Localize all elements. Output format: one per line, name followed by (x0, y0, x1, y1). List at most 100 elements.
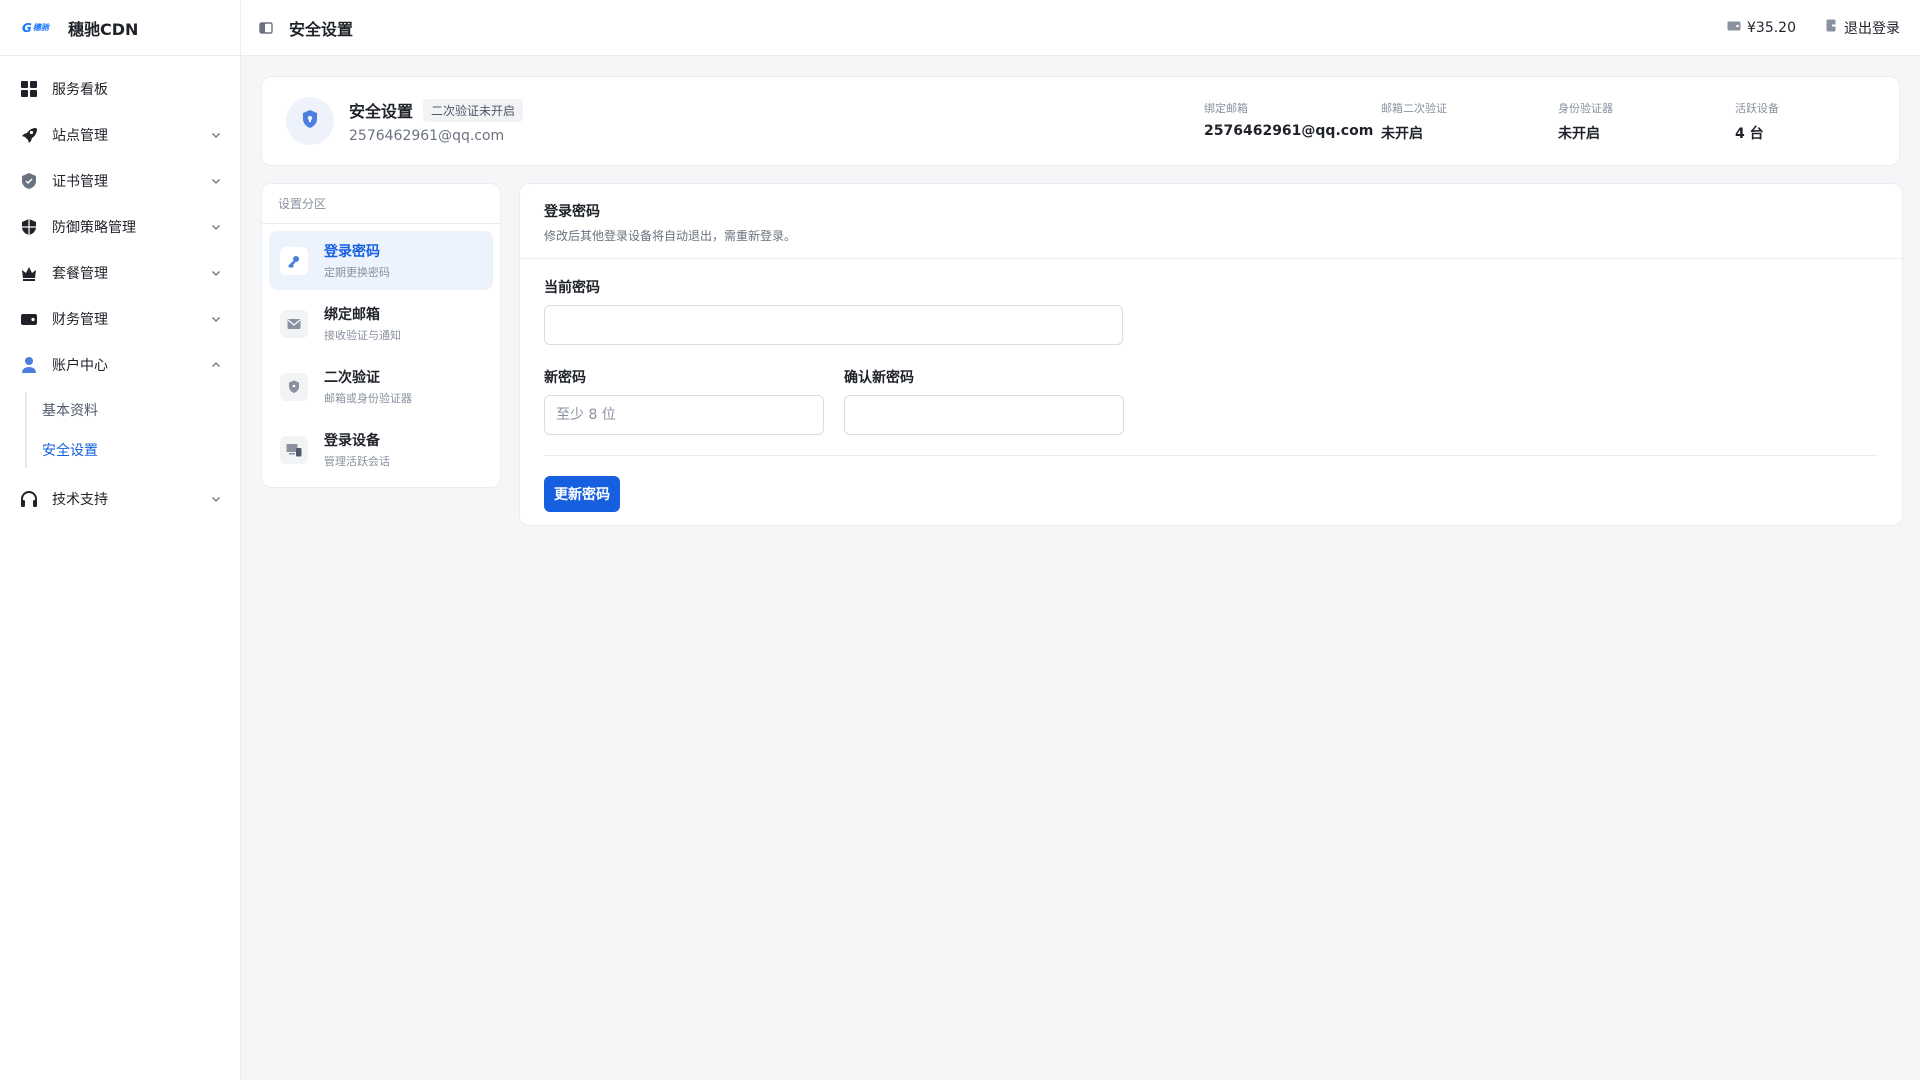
dashboard-grid-icon (20, 80, 38, 98)
brand-name: 穗驰CDN (68, 19, 139, 39)
logout-button[interactable]: 退出登录 (1826, 18, 1900, 38)
sidebar-item-finance[interactable]: 财务管理 (0, 296, 240, 342)
stat-value: 2576462961@qq.com (1204, 122, 1374, 139)
sidebar-menu: 服务看板 站点管理 证书管理 防御策略管理 套餐管理 财务管理 账户中心 基本资… (0, 56, 240, 522)
rocket-icon (20, 126, 38, 144)
section-item-devices[interactable]: 登录设备 管理活跃会话 (269, 420, 493, 479)
section-subtitle: 接收验证与通知 (324, 329, 401, 342)
summary-stats: 绑定邮箱 2576462961@qq.com 邮箱二次验证 未开启 身份验证器 … (1204, 100, 1875, 143)
sidebar-item-label: 账户中心 (52, 358, 108, 374)
wallet-icon (20, 310, 38, 328)
chevron-down-icon (210, 129, 222, 141)
submenu-item-security[interactable]: 安全设置 (25, 430, 240, 470)
summary-title-row: 安全设置 二次验证未开启 (349, 98, 1204, 122)
balance-link[interactable]: ¥35.20 (1727, 20, 1796, 36)
section-subtitle: 定期更换密码 (324, 266, 390, 279)
sidebar-item-label: 站点管理 (52, 128, 108, 144)
current-password-label: 当前密码 (544, 280, 600, 296)
balance-amount: ¥35.20 (1747, 19, 1796, 36)
current-password-input[interactable] (544, 305, 1123, 345)
lower-area: 设置分区 登录密码 定期更换密码 绑定邮箱 接收验证与通知 二次验证 邮箱或身份… (261, 183, 1903, 526)
wallet-icon (1727, 20, 1741, 36)
logout-icon (1826, 19, 1838, 36)
summary-text: 安全设置 二次验证未开启 2576462961@qq.com (349, 98, 1204, 144)
new-password-input[interactable] (544, 395, 824, 435)
mail-icon (280, 309, 308, 338)
section-subtitle: 邮箱或身份验证器 (324, 392, 412, 405)
app-root: G 穗驰 穗驰CDN 服务看板 站点管理 证书管理 防御策略管理 套餐管理 财务… (0, 0, 1920, 1080)
summary-title: 安全设置 (349, 102, 414, 121)
status-badge: 二次验证未开启 (423, 98, 524, 122)
shield-avatar (286, 97, 334, 145)
settings-sections: 设置分区 登录密码 定期更换密码 绑定邮箱 接收验证与通知 二次验证 邮箱或身份… (261, 183, 501, 488)
section-subtitle: 管理活跃会话 (324, 455, 390, 468)
main-area: 安全设置 ¥35.20 退出登录 安全设置 二次验证未开启 2576462961… (241, 0, 1920, 1080)
topbar-actions: ¥35.20 退出登录 (1727, 18, 1900, 38)
stat-active-devices: 活跃设备 4 台 (1735, 100, 1875, 143)
section-text: 二次验证 邮箱或身份验证器 (324, 367, 412, 406)
page-title: 安全设置 (289, 19, 354, 39)
sidebar-item-sites[interactable]: 站点管理 (0, 112, 240, 158)
section-title: 登录设备 (324, 433, 380, 449)
sidebar-item-support[interactable]: 技术支持 (0, 476, 240, 522)
section-item-2fa[interactable]: 二次验证 邮箱或身份验证器 (269, 357, 493, 416)
confirm-password-label: 确认新密码 (844, 370, 914, 386)
sidebar-item-plans[interactable]: 套餐管理 (0, 250, 240, 296)
key-icon (280, 246, 308, 275)
sidebar: G 穗驰 穗驰CDN 服务看板 站点管理 证书管理 防御策略管理 套餐管理 财务… (0, 0, 241, 1080)
chevron-down-icon (210, 493, 222, 505)
stat-label: 绑定邮箱 (1204, 101, 1248, 115)
sidebar-item-label: 技术支持 (52, 492, 108, 508)
section-text: 登录设备 管理活跃会话 (324, 430, 390, 469)
content: 安全设置 二次验证未开启 2576462961@qq.com 绑定邮箱 2576… (241, 56, 1920, 526)
chevron-down-icon (210, 313, 222, 325)
sections-heading: 设置分区 (262, 184, 500, 224)
chevron-down-icon (210, 267, 222, 279)
user-icon (20, 356, 38, 374)
shield-icon (301, 109, 319, 133)
section-text: 绑定邮箱 接收验证与通知 (324, 304, 401, 343)
sections-list: 登录密码 定期更换密码 绑定邮箱 接收验证与通知 二次验证 邮箱或身份验证器 登… (262, 224, 500, 490)
confirm-password-group: 确认新密码 (844, 367, 1124, 435)
divider (544, 455, 1878, 456)
section-title: 绑定邮箱 (324, 307, 380, 323)
confirm-password-input[interactable] (844, 395, 1124, 435)
sidebar-item-label: 防御策略管理 (52, 220, 136, 236)
panel-title: 登录密码 (544, 204, 600, 220)
section-item-email[interactable]: 绑定邮箱 接收验证与通知 (269, 294, 493, 353)
panel-body: 当前密码 新密码 确认新密码 更新密码 (520, 259, 1902, 512)
stat-value: 4 台 (1735, 125, 1764, 142)
new-password-row: 新密码 确认新密码 (544, 367, 1878, 435)
headset-icon (20, 490, 38, 508)
section-title: 登录密码 (324, 244, 380, 260)
stat-value: 未开启 (1558, 125, 1600, 142)
new-password-group: 新密码 (544, 367, 824, 435)
panel-header: 登录密码 修改后其他登录设备将自动退出，需重新登录。 (520, 184, 1902, 259)
password-panel: 登录密码 修改后其他登录设备将自动退出，需重新登录。 当前密码 新密码 确认新密… (519, 183, 1903, 526)
sidebar-item-label: 套餐管理 (52, 266, 108, 282)
sidebar-item-label: 证书管理 (52, 174, 108, 190)
sidebar-item-account[interactable]: 账户中心 (0, 342, 240, 388)
sidebar-item-certificates[interactable]: 证书管理 (0, 158, 240, 204)
chevron-down-icon (210, 175, 222, 187)
stat-email-2fa: 邮箱二次验证 未开启 (1381, 100, 1558, 143)
brand[interactable]: G 穗驰 穗驰CDN (0, 0, 240, 56)
logout-label: 退出登录 (1844, 20, 1900, 37)
new-password-label: 新密码 (544, 370, 586, 386)
sidebar-item-defense[interactable]: 防御策略管理 (0, 204, 240, 250)
account-submenu: 基本资料 安全设置 (25, 388, 240, 476)
stat-value: 未开启 (1381, 125, 1423, 142)
sidebar-toggle-icon[interactable] (259, 20, 275, 36)
summary-email: 2576462961@qq.com (349, 128, 505, 144)
submenu-item-profile[interactable]: 基本资料 (25, 390, 240, 430)
stat-label: 邮箱二次验证 (1381, 101, 1447, 115)
section-item-password[interactable]: 登录密码 定期更换密码 (269, 231, 493, 290)
panel-description: 修改后其他登录设备将自动退出，需重新登录。 (544, 229, 797, 243)
stat-authenticator: 身份验证器 未开启 (1558, 100, 1735, 143)
sidebar-item-dashboard[interactable]: 服务看板 (0, 66, 240, 112)
shield-icon (280, 372, 308, 401)
certificate-shield-icon (20, 172, 38, 190)
security-summary-card: 安全设置 二次验证未开启 2576462961@qq.com 绑定邮箱 2576… (261, 76, 1900, 166)
stat-label: 活跃设备 (1735, 101, 1779, 115)
update-password-button[interactable]: 更新密码 (544, 476, 620, 512)
